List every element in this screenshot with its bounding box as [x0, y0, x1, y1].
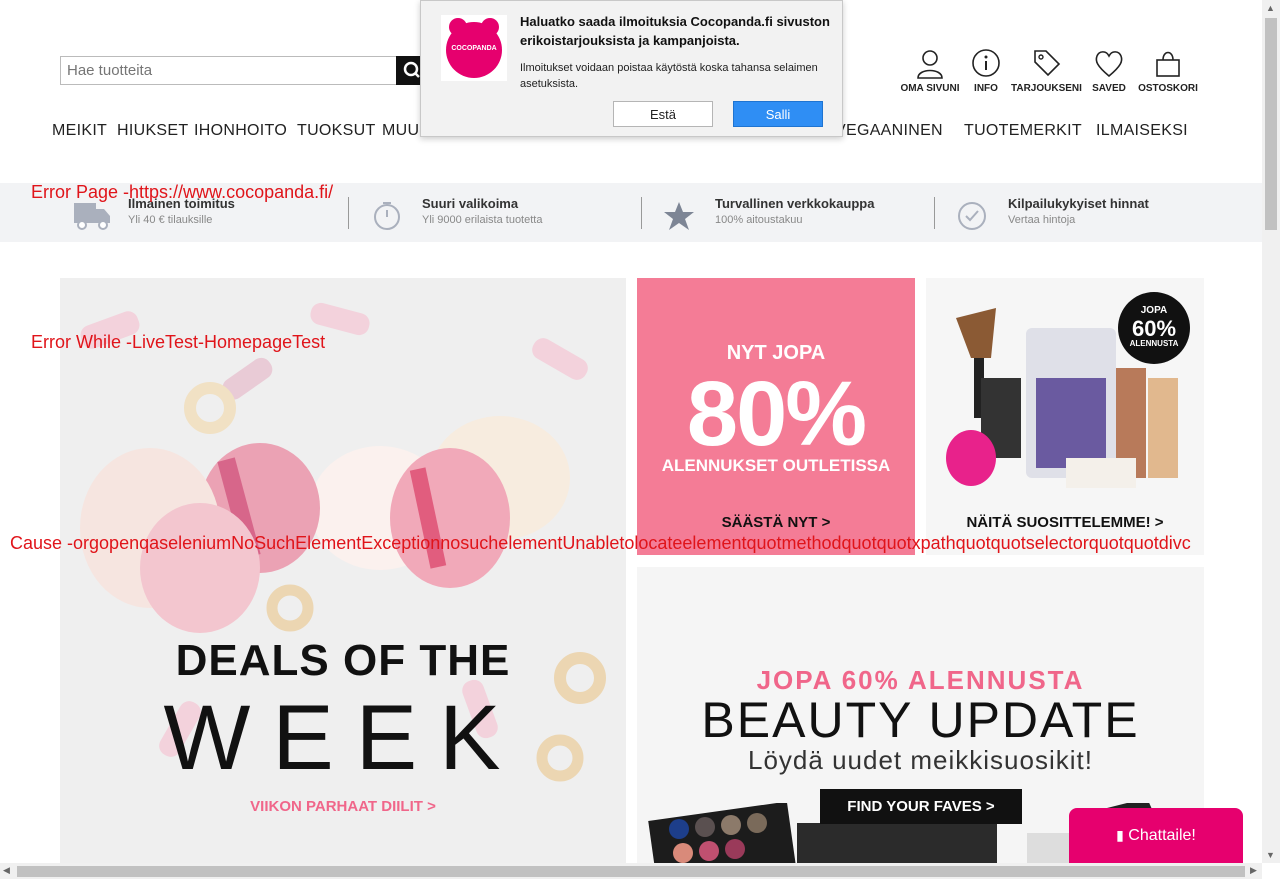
error-cause-text: Cause -orgopenqaseleniumNoSuchElementExc…: [10, 533, 1191, 553]
info-icon: [972, 49, 1000, 77]
chat-button[interactable]: ▮ Chattaile!: [1069, 808, 1243, 863]
outlet-sub: ALENNUKSET OUTLETISSA: [661, 456, 891, 475]
usp-shipping-sub: Yli 40 € tilauksille: [128, 214, 213, 226]
cocopanda-logo: COCOPANDA: [441, 15, 507, 81]
badge-bottom: ALENNUSTA: [1129, 338, 1179, 348]
offers-link[interactable]: TARJOUKSENI: [1011, 48, 1082, 94]
deals-week: WEEK: [163, 687, 523, 789]
nav-other[interactable]: MUU: [382, 122, 419, 140]
nav-makeup[interactable]: MEIKIT: [52, 122, 107, 140]
search-input[interactable]: [61, 57, 393, 83]
notification-title: Haluatko saada ilmoituksia Cocopanda.fi …: [520, 14, 830, 48]
usp-secure: Turvallinen verkkokauppa 100% aitoustaku…: [715, 196, 874, 226]
nav-vegan[interactable]: VEGAANINEN: [835, 122, 943, 140]
truck-icon: [74, 203, 110, 230]
chat-label: Chattaile!: [1128, 827, 1196, 844]
nav-fragrance[interactable]: TUOKSUT: [297, 122, 376, 140]
usp-prices-title: Kilpailukykyiset hinnat: [1008, 196, 1149, 211]
allow-button[interactable]: Salli: [733, 101, 823, 127]
badge-pct: 60%: [1131, 315, 1177, 341]
usp-selection: Suuri valikoima Yli 9000 erilaista tuote…: [422, 196, 542, 226]
user-icon: [917, 50, 943, 79]
usp-selection-title: Suuri valikoima: [422, 196, 519, 211]
discount-badge: JOPA 60% ALENNUSTA: [1118, 292, 1190, 364]
badge-top: JOPA: [1140, 305, 1168, 316]
suggestions-banner[interactable]: JOPA 60% ALENNUSTA NÄITÄ SUOSITTELEMME! …: [926, 278, 1204, 555]
scroll-right-arrow-icon[interactable]: ▶: [1250, 865, 1257, 876]
info-label: INFO: [974, 83, 998, 94]
usp-prices: Kilpailukykyiset hinnat Vertaa hintoja: [1008, 196, 1149, 226]
scroll-up-arrow-icon[interactable]: ▲: [1266, 3, 1275, 13]
saved-label: SAVED: [1092, 83, 1126, 94]
scroll-down-arrow-icon[interactable]: ▼: [1266, 850, 1275, 860]
error-while-text: Error While -LiveTest-HomepageTest: [31, 332, 326, 352]
check-circle-icon: [958, 202, 986, 230]
horizontal-scroll-thumb[interactable]: [17, 866, 1245, 877]
usp-prices-sub: Vertaa hintoja: [1008, 214, 1076, 226]
basket-label: OSTOSKORI: [1138, 83, 1198, 94]
nav-brands[interactable]: TUOTEMERKIT: [964, 122, 1082, 140]
suggest-cta[interactable]: NÄITÄ SUOSITTELEMME! >: [926, 514, 1204, 531]
usp-secure-sub: 100% aitoustakuu: [715, 214, 803, 226]
usp-divider: [641, 197, 642, 229]
notification-body: Ilmoitukset voidaan poistaa käytöstä kos…: [520, 62, 818, 90]
usp-divider: [348, 197, 349, 229]
basket-icon: [1156, 51, 1180, 77]
vertical-scroll-thumb[interactable]: [1265, 18, 1277, 230]
tag-icon: [1034, 50, 1061, 77]
usp-divider: [934, 197, 935, 229]
offers-label: TARJOUKSENI: [1011, 83, 1082, 94]
block-button[interactable]: Estä: [613, 101, 713, 127]
beauty-title: BEAUTY UPDATE: [701, 692, 1140, 748]
logo-text: COCOPANDA: [451, 45, 497, 52]
beauty-sub: Löydä uudet meikkisuosikit!: [748, 745, 1093, 775]
heart-icon: [1095, 51, 1123, 78]
stopwatch-icon: [374, 202, 400, 230]
chat-bubble-icon: ▮: [1116, 827, 1124, 843]
usp-selection-sub: Yli 9000 erilaista tuotetta: [422, 214, 543, 226]
search-box: [60, 56, 400, 85]
beauty-cta[interactable]: FIND YOUR FAVES >: [820, 789, 1022, 824]
outlet-big: 80%: [686, 363, 867, 465]
error-page-text: Error Page -https://www.cocopanda.fi/: [31, 182, 334, 202]
outlet-cta[interactable]: SÄÄSTÄ NYT >: [637, 514, 915, 531]
star-icon: [664, 202, 694, 230]
nav-free[interactable]: ILMAISEKSI: [1096, 122, 1188, 140]
nav-hair[interactable]: HIUKSET: [117, 122, 188, 140]
nav-skincare[interactable]: IHONHOITO: [194, 122, 287, 140]
usp-secure-title: Turvallinen verkkokauppa: [715, 196, 875, 211]
scroll-left-arrow-icon[interactable]: ◀: [3, 865, 10, 876]
outlet-banner[interactable]: NYT JOPA 80% ALENNUKSET OUTLETISSA SÄÄST…: [637, 278, 915, 555]
deals-cta[interactable]: VIIKON PARHAAT DIILIT >: [60, 798, 626, 815]
basket-link[interactable]: OSTOSKORI: [1133, 48, 1203, 94]
deals-banner[interactable]: DEALS OF THE WEEK VIIKON PARHAAT DIILIT …: [60, 278, 626, 868]
deals-title: DEALS OF THE: [175, 636, 511, 685]
